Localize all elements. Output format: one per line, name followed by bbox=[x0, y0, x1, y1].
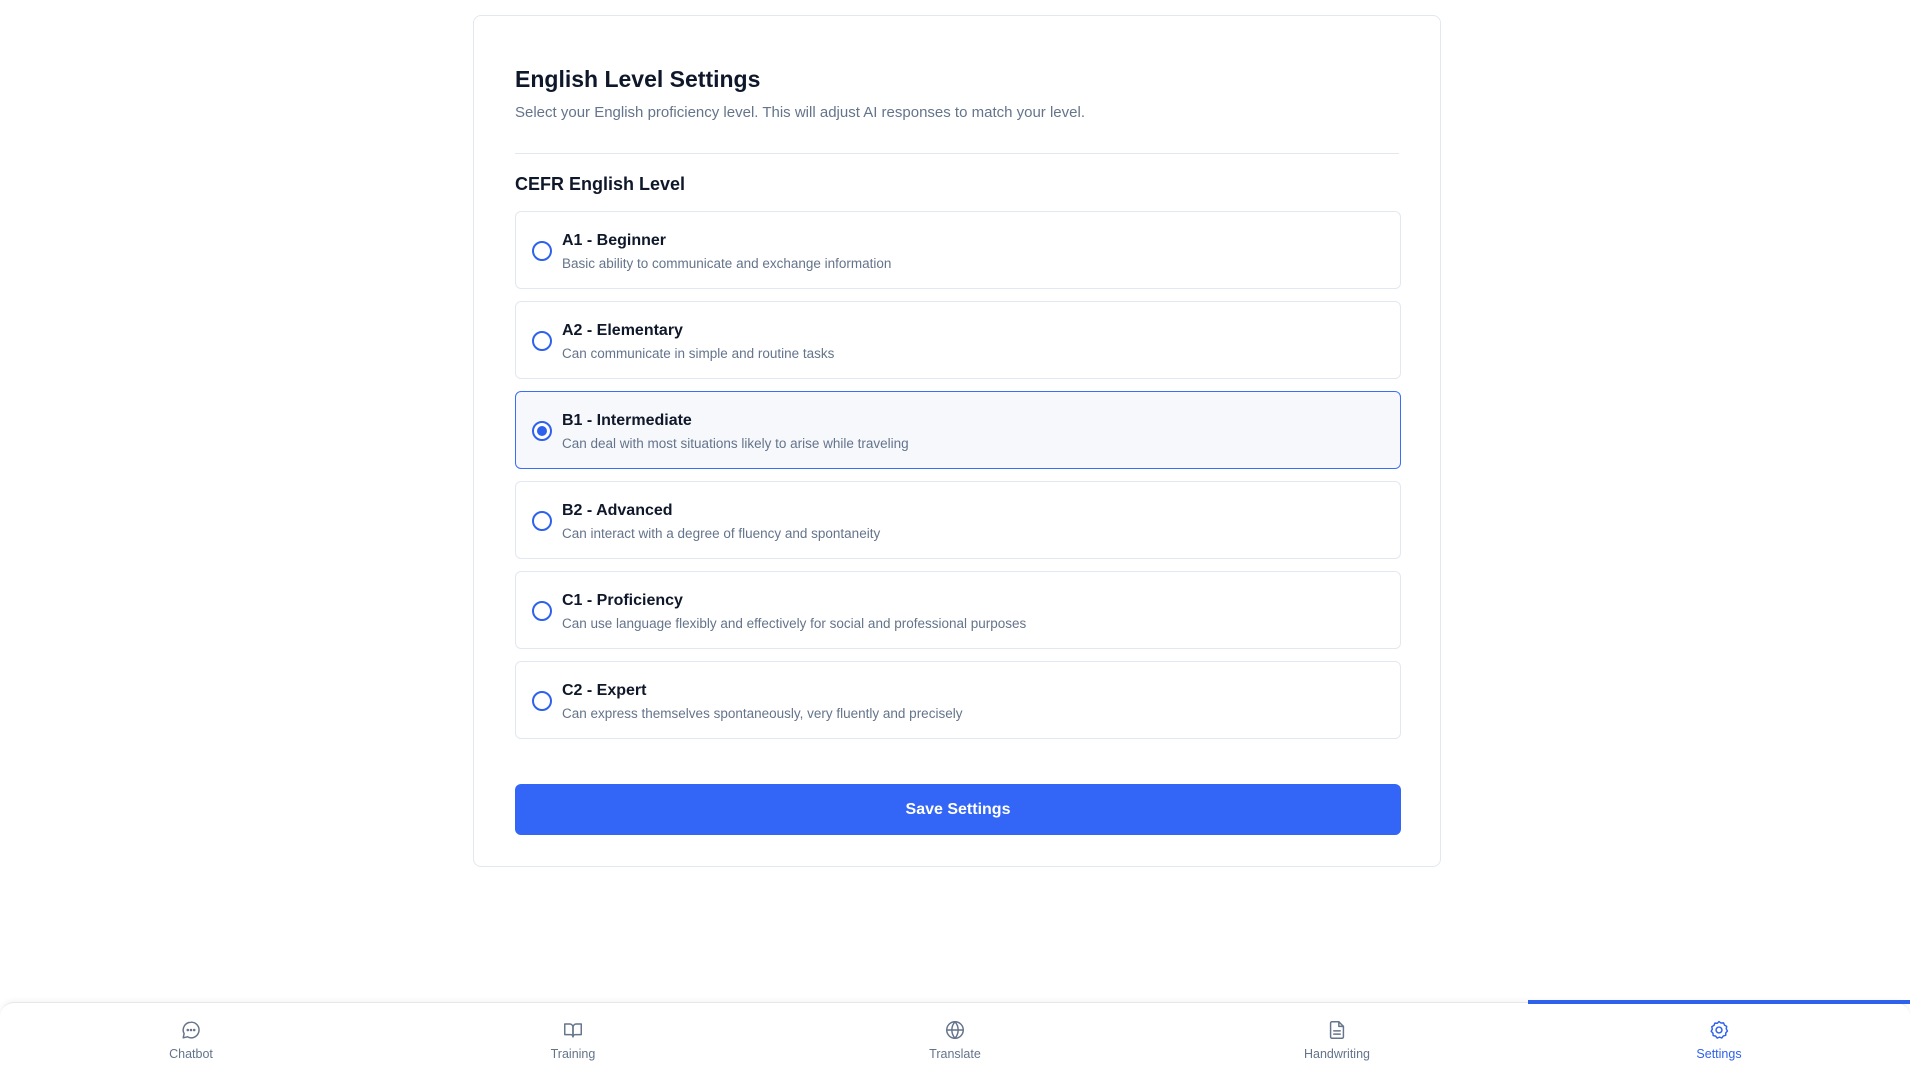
document-icon bbox=[1329, 1021, 1345, 1039]
bottom-navigation: Chatbot Training Translate Handwriting S… bbox=[0, 1000, 1910, 1075]
book-icon bbox=[564, 1023, 582, 1038]
globe-icon bbox=[946, 1021, 964, 1039]
save-settings-button[interactable]: Save Settings bbox=[515, 784, 1401, 835]
section-title: CEFR English Level bbox=[515, 174, 686, 194]
radio-button[interactable] bbox=[532, 331, 552, 351]
level-option-a2[interactable]: A2 - Elementary Can communicate in simpl… bbox=[515, 301, 1401, 379]
level-description: Can use language flexibly and effectivel… bbox=[562, 616, 1027, 631]
level-description: Can deal with most situations likely to … bbox=[562, 436, 909, 451]
nav-label: Settings bbox=[1696, 1047, 1742, 1061]
nav-label: Chatbot bbox=[169, 1047, 213, 1061]
level-description: Can communicate in simple and routine ta… bbox=[562, 346, 835, 361]
nav-item-handwriting[interactable]: Handwriting bbox=[1146, 1003, 1528, 1075]
level-description: Can express themselves spontaneously, ve… bbox=[562, 706, 963, 721]
gear-icon bbox=[1710, 1020, 1729, 1039]
level-label: B2 - Advanced bbox=[562, 502, 673, 519]
radio-button[interactable] bbox=[532, 241, 552, 261]
level-options: A1 - Beginner Basic ability to communica… bbox=[515, 211, 1401, 751]
level-label: C2 - Expert bbox=[562, 682, 647, 699]
chat-bubble-icon bbox=[182, 1021, 200, 1039]
level-description: Basic ability to communicate and exchang… bbox=[562, 256, 892, 271]
level-option-a1[interactable]: A1 - Beginner Basic ability to communica… bbox=[515, 211, 1401, 289]
level-label: A1 - Beginner bbox=[562, 232, 667, 249]
radio-button[interactable] bbox=[532, 421, 552, 441]
level-option-b1[interactable]: B1 - Intermediate Can deal with most sit… bbox=[515, 391, 1401, 469]
level-label: A2 - Elementary bbox=[562, 322, 683, 339]
page-title: English Level Settings bbox=[515, 66, 761, 92]
active-indicator bbox=[1528, 1000, 1910, 1004]
nav-item-chatbot[interactable]: Chatbot bbox=[0, 1003, 382, 1075]
radio-dot bbox=[537, 426, 547, 436]
level-option-c2[interactable]: C2 - Expert Can express themselves spont… bbox=[515, 661, 1401, 739]
level-label: B1 - Intermediate bbox=[562, 412, 692, 429]
page-subtitle: Select your English proficiency level. T… bbox=[515, 104, 1085, 121]
nav-label: Handwriting bbox=[1303, 1047, 1370, 1061]
nav-item-translate[interactable]: Translate bbox=[764, 1003, 1146, 1075]
nav-label: Training bbox=[550, 1047, 596, 1061]
nav-item-settings[interactable]: Settings bbox=[1528, 1000, 1910, 1075]
nav-item-training[interactable]: Training bbox=[382, 1003, 764, 1075]
nav-label: Translate bbox=[929, 1047, 981, 1061]
radio-button[interactable] bbox=[532, 601, 552, 621]
radio-button[interactable] bbox=[532, 511, 552, 531]
level-option-c1[interactable]: C1 - Proficiency Can use language flexib… bbox=[515, 571, 1401, 649]
level-description: Can interact with a degree of fluency an… bbox=[562, 526, 881, 541]
level-option-b2[interactable]: B2 - Advanced Can interact with a degree… bbox=[515, 481, 1401, 559]
settings-card: English Level Settings Select your Engli… bbox=[473, 15, 1441, 867]
radio-button[interactable] bbox=[532, 691, 552, 711]
divider bbox=[515, 153, 1399, 154]
level-label: C1 - Proficiency bbox=[562, 592, 683, 609]
